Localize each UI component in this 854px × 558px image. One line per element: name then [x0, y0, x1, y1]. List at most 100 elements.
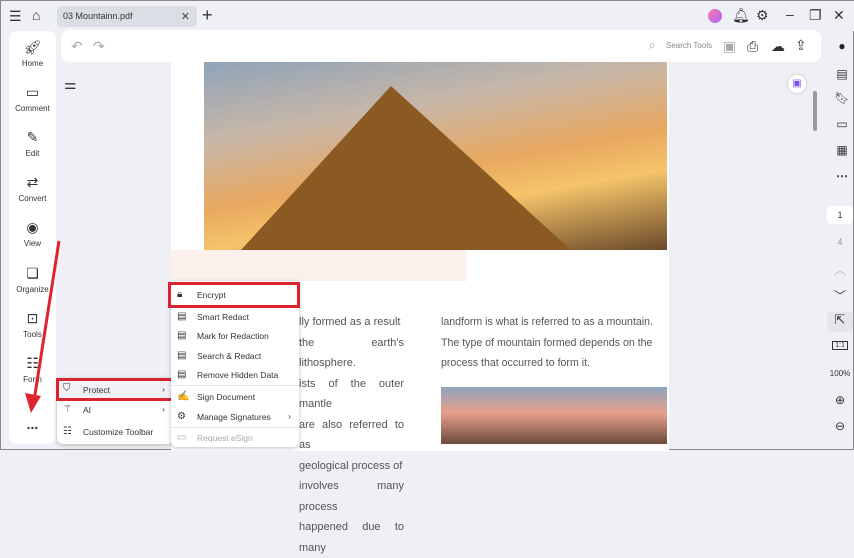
organize-icon: ❏ — [26, 265, 39, 281]
toolbar: ↶ ↷ ⌕ Search Tools ▣ ⎙ ☁ ⇪ — [61, 30, 821, 62]
zoom-out-icon[interactable]: ⊖ — [827, 419, 853, 433]
zoom-level[interactable]: 100% — [827, 369, 853, 378]
gear-icon[interactable]: ⚙ — [756, 7, 769, 24]
pink-block — [171, 250, 467, 281]
mark-redaction-icon: ▤ — [177, 330, 187, 341]
toolbox-icon: ⊡ — [26, 310, 39, 326]
comments-icon[interactable]: ▭ — [829, 117, 854, 131]
menu-item-encrypt[interactable]: 🔒︎ Encrypt — [168, 282, 300, 308]
menu-item-label: Manage Signatures — [197, 412, 271, 422]
upload-cloud-icon[interactable]: ☁ — [771, 38, 785, 55]
menu-item-remove-hidden-data[interactable]: ▤ Remove Hidden Data — [171, 366, 299, 385]
menu-item-protect[interactable]: ⛉ Protect › — [56, 378, 174, 401]
menu-item-label: AI — [83, 405, 92, 415]
next-page-icon[interactable]: ﹀ — [827, 287, 853, 304]
current-page-input[interactable]: 1 — [827, 206, 853, 224]
lock-icon: 🔒︎ — [177, 289, 183, 300]
sidebar-item-label: Edit — [25, 149, 40, 158]
left-sidebar: 🚀︎ Home ▭ Comment ✎ Edit ⇄ Convert ◉ View ❏ Or… — [9, 31, 56, 444]
eye-icon: ◉ — [26, 219, 39, 235]
text-line: ists of the outer mantle — [299, 377, 404, 411]
print-icon[interactable]: ⎙ — [747, 38, 758, 55]
search-redact-icon: ▤ — [177, 350, 187, 361]
rocket-icon: 🚀︎ — [23, 39, 42, 55]
more-button[interactable]: ... — [9, 416, 56, 432]
bell-icon[interactable]: 🔔︎ — [732, 7, 750, 24]
text-right-column: landform is what is referred to as a mou… — [441, 312, 668, 374]
sign-document-icon: ✍ — [177, 391, 190, 402]
menu-item-label: Request eSign — [197, 433, 253, 443]
sidebar-item-label: Form — [23, 375, 42, 384]
comment-icon: ▭ — [25, 84, 40, 100]
new-tab-icon[interactable]: + — [202, 5, 213, 26]
mountain-image-2 — [441, 387, 667, 444]
sidebar-item-label: Organize — [16, 285, 49, 294]
text-left-column: lly formed as a result the earth's litho… — [299, 312, 404, 558]
more-menu: ⛉ Protect › ⚚ AI › ☷ Customize Toolbar — [56, 378, 174, 444]
menu-item-sign-document[interactable]: ✍ Sign Document — [171, 388, 299, 407]
ai-assistant-icon[interactable]: ▣ — [788, 75, 806, 93]
sidebar-item-tools[interactable]: ⊡ Tools — [9, 310, 56, 339]
text-line: happened due to many — [299, 521, 404, 554]
bookmark-icon[interactable]: 🔖︎ — [829, 91, 854, 105]
thumbnails-icon[interactable]: ▤ — [829, 67, 854, 81]
menu-item-label: Mark for Redaction — [197, 331, 269, 341]
sidebar-item-label: Convert — [18, 194, 47, 203]
magic-wand-icon: ⚚ — [63, 404, 72, 415]
mountain-shape — [241, 86, 571, 250]
sidebar-item-home[interactable]: 🚀︎ Home — [9, 39, 56, 68]
shield-icon: ⛉ — [63, 383, 71, 394]
scrollbar[interactable] — [813, 91, 817, 131]
close-window-icon[interactable]: ✕ — [833, 7, 845, 24]
sidebar-item-label: View — [23, 239, 42, 248]
menu-item-search-redact[interactable]: ▤ Search & Redact — [171, 347, 299, 366]
save-icon[interactable]: ▣ — [723, 38, 736, 55]
menu-item-label: Customize Toolbar — [83, 427, 154, 437]
settings-sliders-icon[interactable]: ⚌ — [64, 76, 77, 93]
sidebar-item-organize[interactable]: ❏ Organize — [9, 265, 56, 294]
sidebar-item-comment[interactable]: ▭ Comment — [9, 84, 56, 113]
sidebar-item-label: Home — [21, 59, 44, 68]
undo-icon[interactable]: ↶ — [71, 38, 83, 55]
minimize-icon[interactable]: – — [786, 6, 794, 22]
sidebar-item-view[interactable]: ◉ View — [9, 219, 56, 248]
restore-icon[interactable]: ❐ — [809, 7, 822, 24]
menu-item-label: Search & Redact — [197, 351, 262, 361]
chevron-right-icon: › — [162, 384, 165, 394]
menu-icon[interactable]: ☰ — [9, 8, 22, 25]
chevron-right-icon: › — [162, 404, 165, 414]
share-icon[interactable]: ⇪ — [795, 37, 807, 54]
close-tab-icon[interactable]: ✕ — [181, 10, 190, 23]
text-line: lly formed as a result — [299, 316, 401, 328]
text-line: involves many process — [299, 480, 404, 513]
menu-item-customize-toolbar[interactable]: ☷ Customize Toolbar — [57, 423, 173, 442]
avatar[interactable] — [708, 9, 722, 23]
convert-icon: ⇄ — [26, 174, 39, 190]
ai-bot-icon[interactable]: ● — [829, 39, 854, 53]
edit-icon: ✎ — [26, 129, 39, 145]
sidebar-item-label: Comment — [15, 104, 50, 113]
menu-item-request-esign: ▭ Request eSign — [171, 429, 299, 448]
redo-icon[interactable]: ↷ — [93, 38, 105, 55]
sidebar-item-convert[interactable]: ⇄ Convert — [9, 174, 56, 203]
request-esign-icon: ▭ — [177, 432, 187, 443]
protect-submenu: 🔒︎ Encrypt ▤ Smart Redact ▤ Mark for Redact… — [168, 281, 300, 448]
fields-icon[interactable]: ▦ — [829, 143, 854, 157]
search-tools-input[interactable]: Search Tools — [666, 41, 712, 50]
menu-item-label: Encrypt — [197, 290, 226, 300]
menu-item-smart-redact[interactable]: ▤ Smart Redact — [171, 308, 299, 327]
menu-item-manage-signatures[interactable]: ⚙ Manage Signatures › — [171, 408, 299, 427]
home-icon[interactable]: ⌂ — [32, 7, 40, 23]
fit-page-button[interactable]: 1:1 — [827, 341, 853, 350]
prev-page-icon[interactable]: ︿ — [827, 261, 853, 278]
tab-document[interactable]: 03 Mountainn.pdf ✕ — [57, 6, 197, 27]
customize-icon: ☷ — [63, 426, 72, 437]
select-cursor-icon[interactable]: ⇱ — [827, 312, 853, 332]
more-options-icon[interactable]: ⋯ — [829, 169, 854, 183]
menu-item-ai[interactable]: ⚚ AI › — [57, 401, 173, 420]
menu-item-label: Remove Hidden Data — [197, 370, 279, 380]
zoom-in-icon[interactable]: ⊕ — [827, 393, 853, 407]
sidebar-item-edit[interactable]: ✎ Edit — [9, 129, 56, 158]
menu-item-mark-for-redaction[interactable]: ▤ Mark for Redaction — [171, 327, 299, 346]
sidebar-item-form[interactable]: ☷ Form — [9, 355, 56, 384]
